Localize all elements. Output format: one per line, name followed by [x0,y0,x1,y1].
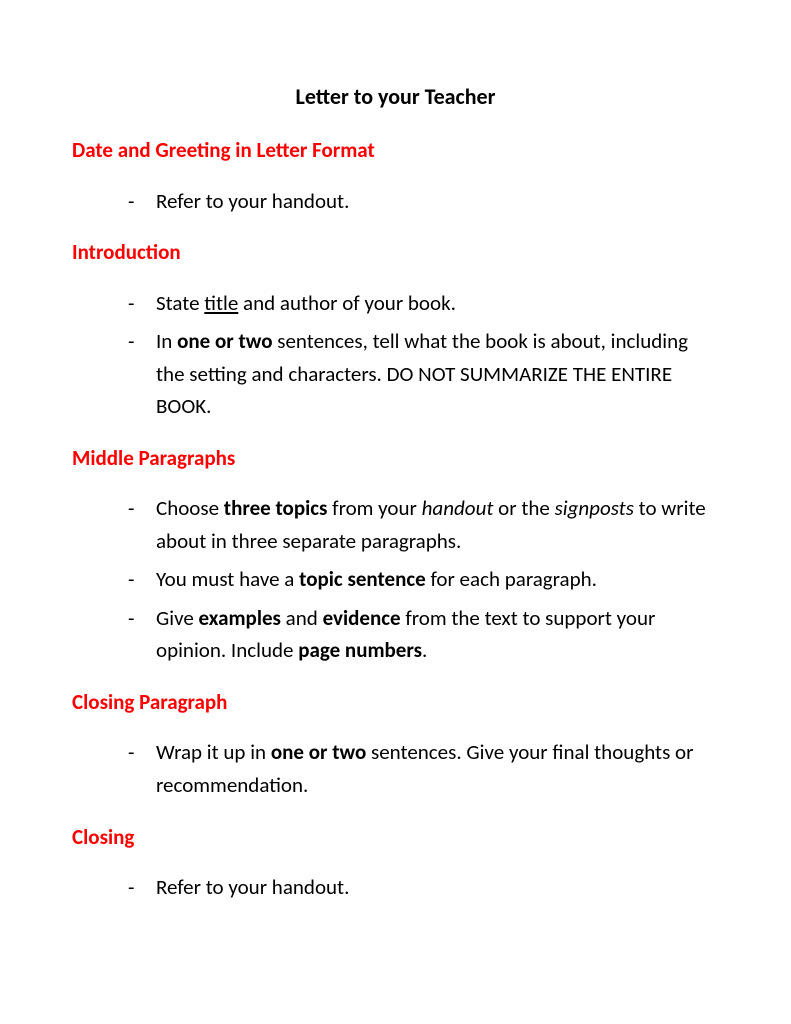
list-item: State title and author of your book. [128,287,719,320]
text-run: or the [493,495,554,521]
text-run: Refer to your handout. [156,874,349,900]
list-item: Choose three topics from your handout or… [128,492,719,557]
document-content: Date and Greeting in Letter Format Refer … [72,135,719,904]
list-item: Give examples and evidence from the text… [128,602,719,667]
text-run: and [281,605,323,631]
list-item: Refer to your handout. [128,185,719,218]
text-run: page numbers [298,637,422,663]
text-run: one or two [271,739,366,765]
text-run: three topics [224,495,328,521]
list-item: Wrap it up in one or two sentences. Give… [128,736,719,801]
section-heading: Date and Greeting in Letter Format [72,135,719,167]
text-run: State [156,290,204,316]
text-run: Wrap it up in [156,739,271,765]
list-item: You must have a topic sentence for each … [128,563,719,596]
text-run: . [422,637,427,663]
bullet-list: Wrap it up in one or two sentences. Give… [128,736,719,801]
text-run: title [204,290,238,316]
list-item: Refer to your handout. [128,871,719,904]
page-title: Letter to your Teacher [72,80,719,113]
text-run: one or two [177,328,272,354]
text-run: Give [156,605,199,631]
section-heading: Closing Paragraph [72,687,719,719]
text-run: topic sentence [299,566,426,592]
text-run: You must have a [156,566,299,592]
bullet-list: Refer to your handout. [128,185,719,218]
text-run: and author of your book. [238,290,456,316]
text-run: In [156,328,177,354]
text-run: signposts [555,495,634,521]
text-run: handout [422,495,494,521]
list-item: In one or two sentences, tell what the b… [128,325,719,423]
text-run: Refer to your handout. [156,188,349,214]
section-heading: Introduction [72,237,719,269]
section-heading: Closing [72,822,719,854]
text-run: examples [199,605,281,631]
section-heading: Middle Paragraphs [72,443,719,475]
text-run: Choose [156,495,224,521]
text-run: for each paragraph. [426,566,597,592]
text-run: evidence [323,605,401,631]
bullet-list: Refer to your handout. [128,871,719,904]
text-run: from your [327,495,421,521]
bullet-list: Choose three topics from your handout or… [128,492,719,667]
bullet-list: State title and author of your book. In o… [128,287,719,423]
